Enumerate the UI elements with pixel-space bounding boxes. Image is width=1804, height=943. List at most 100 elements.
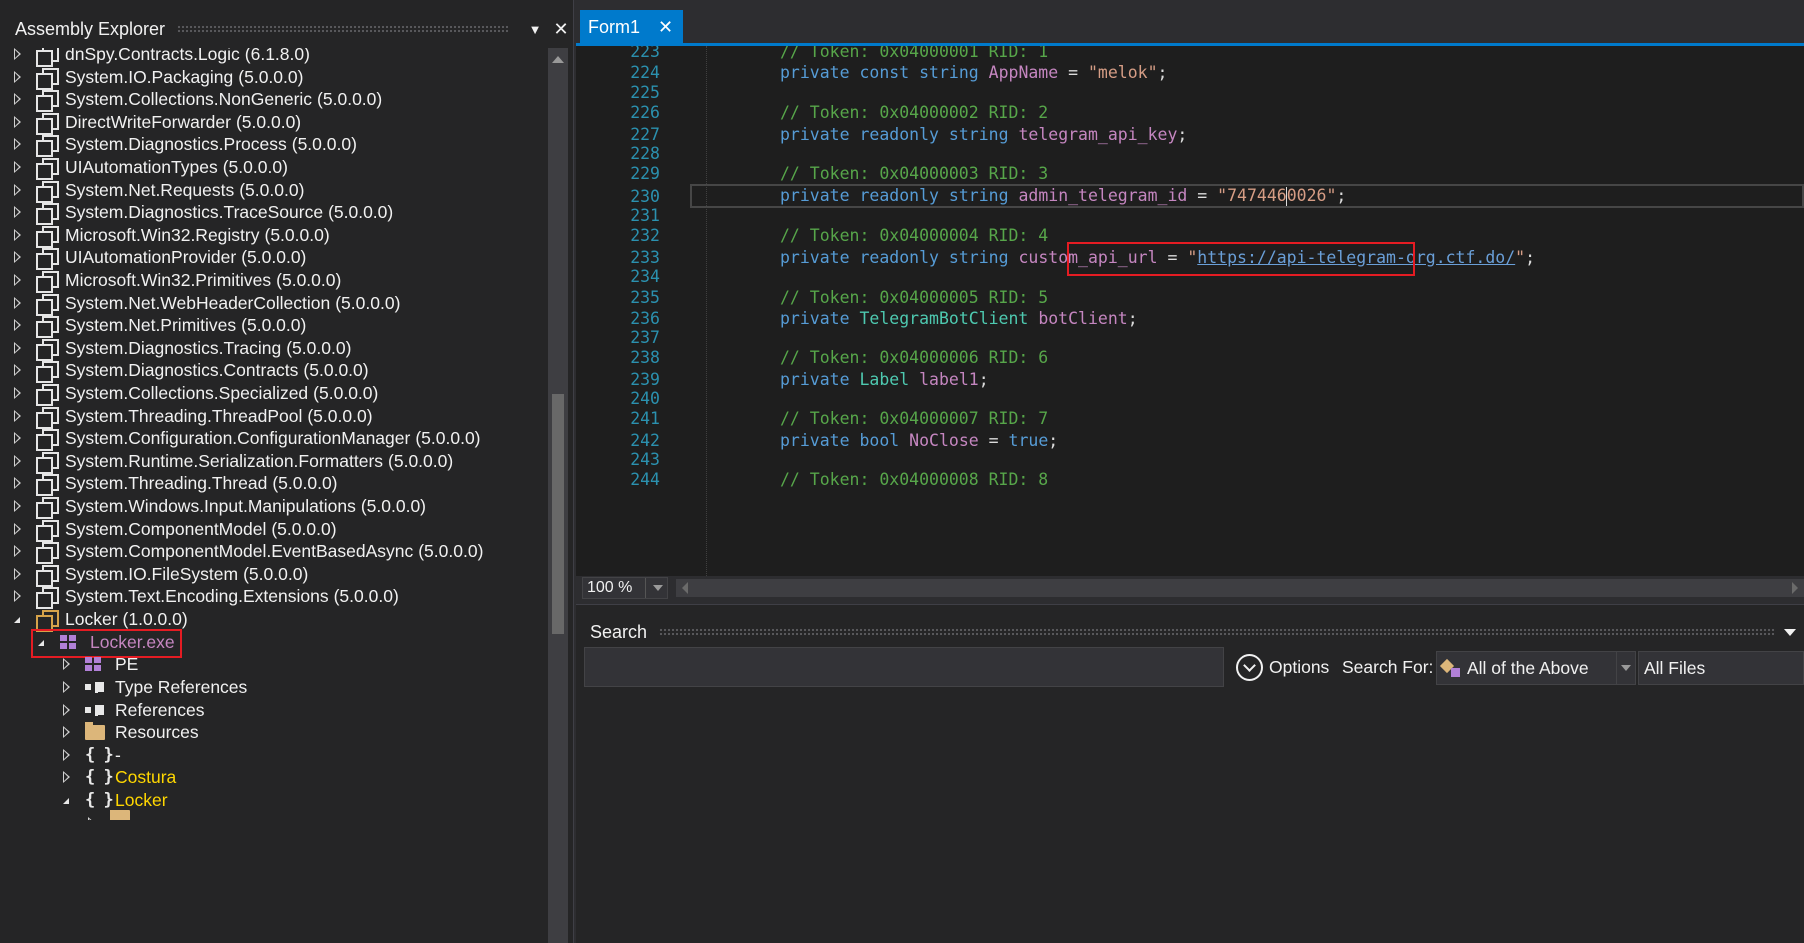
assembly-name: System.Diagnostics.Process [65,133,287,154]
pe-icon [85,657,103,671]
code-line: 231 [576,204,1804,226]
assembly-name: System.Threading.ThreadPool [65,405,303,426]
assembly-icon [36,565,59,587]
scroll-right-icon[interactable] [1792,582,1798,594]
keyword: true [1008,430,1049,450]
assembly-name: UIAutomationProvider [65,246,237,267]
assembly-name: System.Net.WebHeaderCollection [65,292,331,313]
code-line: 224 private const string AppName = "melo… [576,61,1804,83]
string-literal: "melok" [1088,62,1158,82]
comment: // Token: 0x04000006 RID: 6 [780,347,1049,367]
collapse-arrow-icon[interactable] [61,787,73,813]
tab-form1[interactable]: Form1 ✕ [580,10,684,44]
code-line: 223 // Token: 0x04000001 RID: 1 [576,46,1804,62]
namespace-icon: { } [85,745,114,765]
chevron-down-icon[interactable] [653,585,663,591]
search-input[interactable] [584,647,1224,687]
field-name: label1 [919,369,979,389]
line-number: 231 [630,205,660,225]
horizontal-scrollbar[interactable] [676,579,1804,597]
assembly-icon [36,542,59,564]
assembly-version: (5.0.0.0) [222,156,288,177]
assembly-name: System.Diagnostics.TraceSource [65,201,324,222]
code-line: 238 // Token: 0x04000006 RID: 6 [576,346,1804,368]
expand-arrow-icon[interactable] [86,810,98,820]
line-number: 232 [630,225,660,245]
field-name: NoClose [909,430,979,450]
scroll-thumb[interactable] [552,394,564,634]
close-icon[interactable]: ✕ [548,16,574,42]
assembly-name: System.IO.Packaging [65,66,234,87]
operator: = [1187,186,1218,205]
assembly-version: (5.0.0.0) [238,66,304,87]
chevron-down-icon[interactable] [1784,628,1796,636]
file-scope-dropdown[interactable]: All Files [1638,651,1804,685]
keyword: private [780,247,850,267]
file-scope-value: All Files [1644,657,1706,678]
collapse-arrow-icon[interactable] [12,606,24,632]
scroll-left-icon[interactable] [682,582,688,594]
assembly-version: (5.0.0.0) [271,518,337,539]
assembly-version: (5.0.0.0) [239,179,305,200]
comment: // Token: 0x04000005 RID: 5 [780,287,1049,307]
panel-grip[interactable] [659,628,1776,636]
code-line: 243 [576,448,1804,470]
assembly-version: (5.0.0.0) [303,359,369,380]
assembly-name: System.Text.Encoding.Extensions [65,585,329,606]
field-name: AppName [988,62,1059,82]
code-line-partial [576,489,1804,499]
tree-item-label: PE [115,653,139,674]
assembly-name: Microsoft.Win32.Registry [65,224,260,245]
semicolon: ; [1336,186,1347,205]
keyword: private [780,430,850,450]
assembly-tree: dnSpy.Contracts.Logic (6.1.8.0) System.I… [0,48,548,943]
tab-label: Form1 [588,16,641,37]
line-number: 236 [630,308,660,328]
semicolon: ; [1525,247,1536,267]
options-button[interactable]: Options [1236,651,1329,683]
panel-grip[interactable] [177,25,508,33]
options-label: Options [1269,656,1330,677]
tree-item-form1-partial[interactable] [86,810,140,820]
comment: // Token: 0x04000003 RID: 3 [780,163,1049,183]
assembly-version: (5.0.0.0) [264,224,330,245]
explorer-scrollbar[interactable] [548,48,568,943]
scroll-up-icon[interactable] [552,56,564,63]
assembly-icon [36,610,59,632]
assembly-icon [36,271,59,293]
search-for-dropdown[interactable]: All of the Above [1436,651,1626,685]
close-icon[interactable]: ✕ [658,17,673,38]
line-number: 224 [630,62,660,82]
chevron-down-icon[interactable]: ▼ [522,16,548,42]
assembly-name: System.Configuration.ConfigurationManage… [65,427,411,448]
search-for-dropdown-arrow[interactable] [1616,651,1636,685]
comment: // Token: 0x04000002 RID: 2 [780,102,1049,122]
assembly-version: (5.0.0.0) [360,495,427,516]
code-line: 237 [576,326,1804,348]
semicolon: ; [978,369,989,389]
assembly-name: System.Runtime.Serialization.Formatters [65,450,384,471]
keyword: private [780,186,850,205]
assembly-icon [36,135,59,157]
assembly-icon [36,113,59,135]
line-number: 240 [630,388,660,408]
assembly-icon [36,226,59,248]
tree-item-label: - [115,744,121,765]
assembly-explorer-panel: Assembly Explorer ▼ ✕ dnSpy.Contracts.Lo… [0,0,574,943]
field-name: admin_telegram_id [1018,186,1188,205]
keyword: private [780,369,850,389]
assembly-version: (5.0.0.0) [335,292,401,313]
assembly-version: (5.0.0.0) [291,133,357,154]
code-view[interactable]: 223 // Token: 0x04000001 RID: 1 224 priv… [576,46,1804,576]
comment: // Token: 0x04000004 RID: 4 [780,225,1049,245]
keyword: readonly [859,124,939,144]
zoom-select[interactable]: 100 % [582,577,668,599]
tree-item-label: Costura [115,766,177,787]
code-line: 235 // Token: 0x04000005 RID: 5 [576,286,1804,308]
line-number: 233 [630,247,660,267]
assembly-name: System.Diagnostics.Tracing [65,337,282,358]
keyword: private [780,308,850,328]
keyword: string [948,186,1009,205]
assembly-version: (5.0.0.0) [235,111,302,132]
assembly-version: (5.0.0.0) [333,585,399,606]
